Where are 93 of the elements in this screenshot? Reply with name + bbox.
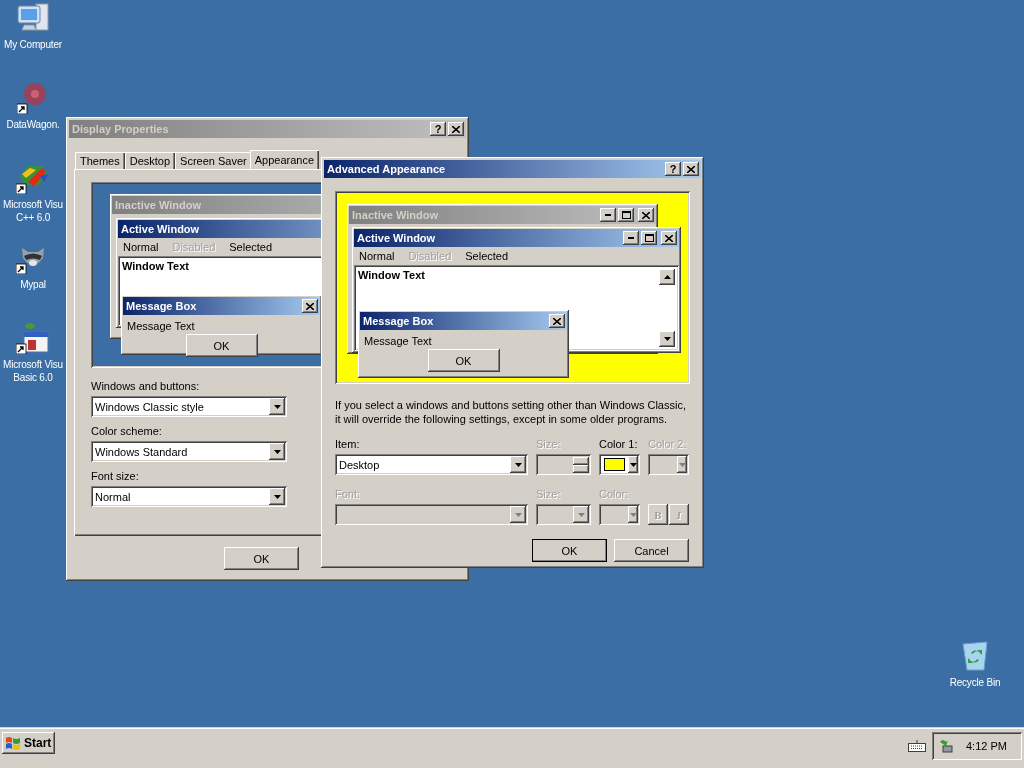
- shortcut-disc-icon: [17, 82, 49, 114]
- minimize-icon: [628, 237, 634, 239]
- shortcut-application-icon: [16, 322, 50, 354]
- down-arrow-icon: [514, 512, 522, 517]
- dropdown-field[interactable]: Windows Classic style: [91, 396, 287, 417]
- dropdown-button[interactable]: [510, 456, 526, 473]
- down-arrow-icon: [663, 337, 671, 341]
- message-text: Message Text: [363, 334, 433, 349]
- cancel-button[interactable]: Cancel: [614, 539, 689, 562]
- menu-item[interactable]: Selected: [465, 250, 509, 262]
- close-icon: [687, 165, 695, 173]
- scroll-up-button[interactable]: [659, 269, 675, 285]
- maximize-button[interactable]: [618, 208, 634, 222]
- color-picker[interactable]: [599, 454, 640, 475]
- window-text: Window Text: [358, 269, 425, 281]
- close-button[interactable]: [448, 122, 464, 136]
- windows-logo-icon: [5, 736, 21, 750]
- menu-item[interactable]: Selected: [229, 241, 273, 253]
- dropdown-button[interactable]: [269, 398, 285, 415]
- window-title: Display Properties: [72, 123, 170, 135]
- scroll-down-button[interactable]: [659, 331, 675, 347]
- down-arrow-icon: [678, 462, 686, 467]
- close-icon: [665, 234, 673, 242]
- down-arrow-icon: [629, 512, 637, 517]
- minimize-icon: [605, 214, 611, 216]
- down-arrow-icon: [273, 449, 281, 454]
- preview-window-title: Message Box: [126, 300, 198, 312]
- close-button[interactable]: [302, 299, 318, 313]
- menu-item[interactable]: Normal: [359, 250, 395, 262]
- close-button[interactable]: [549, 314, 565, 328]
- field-label: Font size:: [91, 470, 140, 482]
- preview-window-title: Active Window: [121, 223, 201, 235]
- close-button[interactable]: [661, 231, 677, 245]
- tab[interactable]: Desktop: [124, 152, 176, 169]
- close-icon: [642, 211, 650, 219]
- menu-item[interactable]: Normal: [123, 241, 159, 253]
- close-button[interactable]: [683, 162, 699, 176]
- keyboard-icon: [908, 740, 926, 752]
- help-button[interactable]: ?: [430, 122, 446, 136]
- message-text: Message Text: [126, 319, 196, 334]
- maximize-icon: [644, 234, 654, 242]
- icon-label[interactable]: Mypal: [20, 278, 46, 291]
- field-label: Color scheme:: [91, 425, 163, 437]
- note-text: If you select a windows and buttons setting other than Windows Classic, it will override the following settings, except in some older programs.: [335, 398, 687, 426]
- close-button[interactable]: [638, 208, 654, 222]
- close-icon: [452, 125, 460, 133]
- down-arrow-icon: [273, 494, 281, 499]
- down-arrow-icon: [514, 462, 522, 467]
- maximize-button[interactable]: [641, 231, 657, 245]
- icon-label[interactable]: My Computer: [4, 38, 62, 51]
- preview-window-title: Inactive Window: [115, 199, 203, 211]
- window-title: Advanced Appearance: [327, 163, 447, 175]
- field-label: Windows and buttons:: [91, 380, 201, 392]
- icon-label[interactable]: Recycle Bin: [949, 676, 1001, 689]
- network-icon: [938, 738, 954, 754]
- field-label: Item:: [335, 438, 361, 450]
- minimize-button[interactable]: [600, 208, 616, 222]
- minimize-button[interactable]: [623, 231, 639, 245]
- tab[interactable]: Screen Saver: [175, 152, 252, 169]
- computer-icon: [16, 2, 50, 34]
- icon-label[interactable]: DataWagon.: [6, 118, 60, 131]
- close-icon: [306, 302, 314, 310]
- dropdown-button[interactable]: [269, 488, 285, 505]
- close-icon: [553, 317, 561, 325]
- icon-label[interactable]: Microsoft Visu: [3, 198, 63, 211]
- ok-button[interactable]: OK: [427, 349, 500, 372]
- dropdown-field[interactable]: Windows Standard: [91, 441, 287, 462]
- down-arrow-icon: [577, 512, 585, 517]
- recycle-bin-icon: [960, 640, 990, 672]
- icon-label[interactable]: Microsoft Visu: [3, 358, 63, 371]
- tab[interactable]: Appearance: [249, 150, 320, 169]
- tab[interactable]: Themes: [75, 152, 125, 169]
- ok-button[interactable]: OK: [532, 539, 607, 562]
- dropdown-field[interactable]: Desktop: [335, 454, 528, 475]
- icon-label[interactable]: C++ 6.0: [15, 211, 51, 224]
- preview-window-title: Inactive Window: [352, 209, 440, 221]
- start-button[interactable]: Start: [2, 732, 56, 754]
- window-text: Window Text: [122, 260, 189, 272]
- dropdown-field[interactable]: Normal: [91, 486, 287, 507]
- help-button[interactable]: ?: [665, 162, 681, 176]
- dropdown-button[interactable]: [628, 456, 638, 473]
- down-arrow-icon: [629, 462, 637, 467]
- preview-window-title: Active Window: [357, 232, 437, 244]
- field-label: Color 1:: [599, 438, 639, 450]
- ok-button[interactable]: OK: [185, 334, 258, 357]
- clock: 4:12 PM: [966, 740, 1007, 752]
- up-arrow-icon: [663, 275, 671, 279]
- icon-label[interactable]: Basic 6.0: [13, 371, 53, 384]
- dropdown-button[interactable]: [269, 443, 285, 460]
- preview-window-title: Message Box: [363, 315, 435, 327]
- ok-button[interactable]: OK: [224, 547, 299, 570]
- maximize-icon: [621, 211, 631, 219]
- down-arrow-icon: [273, 404, 281, 409]
